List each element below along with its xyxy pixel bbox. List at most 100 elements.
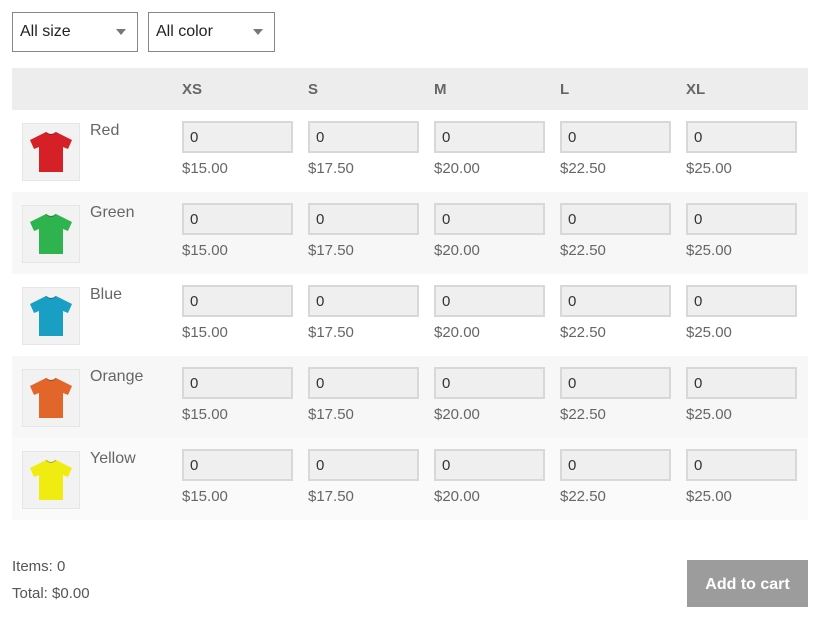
size-cell: $25.00 — [674, 110, 808, 192]
product-image-cell — [12, 274, 90, 356]
size-cell: $15.00 — [170, 192, 296, 274]
size-cell: $22.50 — [548, 274, 674, 356]
add-to-cart-button[interactable]: Add to cart — [687, 560, 808, 607]
size-cell: $22.50 — [548, 110, 674, 192]
color-filter-value: All color — [156, 23, 213, 40]
price-label: $20.00 — [434, 488, 480, 505]
items-count: Items: 0 — [12, 558, 66, 575]
size-cell: $17.50 — [296, 192, 422, 274]
color-name: Orange — [90, 368, 144, 385]
price-label: $17.50 — [308, 324, 354, 341]
quantity-input[interactable] — [560, 121, 671, 153]
size-cell: $15.00 — [170, 438, 296, 520]
color-name: Blue — [90, 286, 123, 303]
table-header-row: XS S M L XL — [12, 68, 808, 110]
product-image-cell — [12, 356, 90, 438]
quantity-input[interactable] — [560, 367, 671, 399]
price-label: $15.00 — [182, 160, 228, 177]
quantity-input[interactable] — [308, 121, 419, 153]
quantity-input[interactable] — [182, 203, 293, 235]
chevron-down-icon — [116, 29, 126, 35]
table-row: Orange $15.00 $17.50 $20.00 $22.50 $25.00 — [12, 356, 808, 438]
variation-table: XS S M L XL Red $15.00 $17.50 $20.00 $22.50 $… — [12, 68, 808, 520]
price-label: $22.50 — [560, 160, 606, 177]
price-label: $17.50 — [308, 488, 354, 505]
size-header: M — [434, 80, 447, 98]
product-image-cell — [12, 192, 90, 274]
quantity-input[interactable] — [560, 449, 671, 481]
quantity-input[interactable] — [308, 203, 419, 235]
size-header: S — [308, 80, 319, 98]
size-cell: $20.00 — [422, 274, 548, 356]
price-label: $22.50 — [560, 406, 606, 423]
tshirt-thumbnail — [22, 369, 80, 427]
quantity-input[interactable] — [308, 285, 419, 317]
tshirt-icon — [30, 131, 72, 172]
size-cell: $20.00 — [422, 192, 548, 274]
size-cell: $15.00 — [170, 274, 296, 356]
quantity-input[interactable] — [308, 449, 419, 481]
product-image-cell — [12, 438, 90, 520]
header-name-spacer — [90, 68, 170, 110]
quantity-input[interactable] — [686, 285, 797, 317]
size-header: L — [560, 80, 570, 98]
price-label: $22.50 — [560, 324, 606, 341]
price-label: $17.50 — [308, 160, 354, 177]
price-label: $17.50 — [308, 242, 354, 259]
tshirt-icon — [30, 459, 72, 500]
color-name: Red — [90, 122, 120, 139]
chevron-down-icon — [253, 29, 263, 35]
quantity-input[interactable] — [560, 285, 671, 317]
quantity-input[interactable] — [686, 367, 797, 399]
color-filter-select[interactable]: All color — [148, 12, 275, 52]
quantity-input[interactable] — [182, 285, 293, 317]
price-label: $25.00 — [686, 488, 732, 505]
tshirt-icon — [30, 213, 72, 254]
size-cell: $25.00 — [674, 192, 808, 274]
quantity-input[interactable] — [434, 285, 545, 317]
tshirt-thumbnail — [22, 205, 80, 263]
quantity-input[interactable] — [686, 203, 797, 235]
quantity-input[interactable] — [434, 367, 545, 399]
size-cell: $17.50 — [296, 438, 422, 520]
size-header: XS — [182, 80, 203, 98]
size-cell: $17.50 — [296, 274, 422, 356]
price-label: $17.50 — [308, 406, 354, 423]
quantity-input[interactable] — [182, 449, 293, 481]
quantity-input[interactable] — [182, 367, 293, 399]
price-label: $15.00 — [182, 488, 228, 505]
size-cell: $22.50 — [548, 192, 674, 274]
quantity-input[interactable] — [560, 203, 671, 235]
tshirt-thumbnail — [22, 123, 80, 181]
price-label: $15.00 — [182, 406, 228, 423]
price-label: $22.50 — [560, 242, 606, 259]
size-cell: $20.00 — [422, 356, 548, 438]
quantity-input[interactable] — [434, 121, 545, 153]
header-image-spacer — [12, 68, 90, 110]
quantity-input[interactable] — [182, 121, 293, 153]
color-name: Yellow — [90, 450, 136, 467]
quantity-input[interactable] — [434, 203, 545, 235]
size-header: XL — [686, 80, 706, 98]
table-row: Blue $15.00 $17.50 $20.00 $22.50 $25.00 — [12, 274, 808, 356]
price-label: $22.50 — [560, 488, 606, 505]
size-cell: $25.00 — [674, 356, 808, 438]
quantity-input[interactable] — [686, 121, 797, 153]
size-cell: $17.50 — [296, 110, 422, 192]
size-filter-select[interactable]: All size — [12, 12, 138, 52]
quantity-input[interactable] — [434, 449, 545, 481]
size-cell: $25.00 — [674, 274, 808, 356]
price-label: $20.00 — [434, 242, 480, 259]
price-label: $15.00 — [182, 242, 228, 259]
price-label: $25.00 — [686, 406, 732, 423]
quantity-input[interactable] — [686, 449, 797, 481]
product-image-cell — [12, 110, 90, 192]
tshirt-thumbnail — [22, 287, 80, 345]
size-filter-value: All size — [20, 23, 71, 40]
cart-total: Total: $0.00 — [12, 585, 90, 602]
size-cell: $15.00 — [170, 110, 296, 192]
price-label: $20.00 — [434, 324, 480, 341]
size-cell: $20.00 — [422, 110, 548, 192]
table-row: Red $15.00 $17.50 $20.00 $22.50 $25.00 — [12, 110, 808, 192]
quantity-input[interactable] — [308, 367, 419, 399]
